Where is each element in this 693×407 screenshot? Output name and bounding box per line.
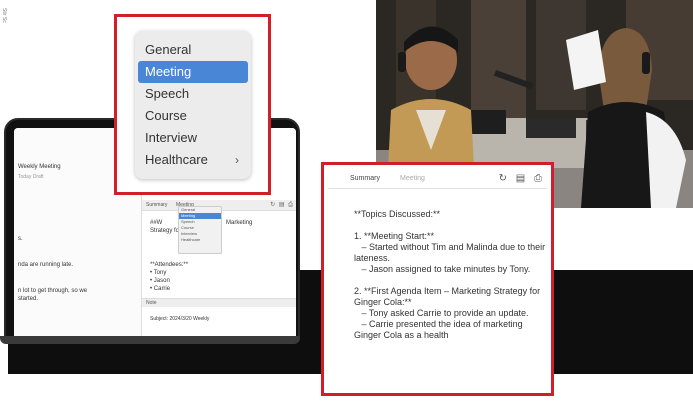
transcript-line: started. — [18, 296, 39, 302]
summary-heading: **Topics Discussed:** — [354, 209, 441, 219]
summary-paragraph: 2. **First Agenda Item – Marketing Strat… — [354, 286, 541, 340]
summary-header: Summary Meeting ↻ ▤ ⎙ — [328, 171, 547, 189]
summary-toolbar-icons[interactable]: ↻ ▤ ⎙ — [499, 173, 545, 184]
menu-item-speech[interactable]: Speech — [135, 83, 251, 105]
transcript-line: s. — [18, 236, 23, 242]
doc-title: Weekly Meeting — [18, 164, 61, 170]
laptop-base — [0, 336, 300, 344]
menu-item-mini[interactable]: Healthcare — [179, 237, 221, 243]
summary-heading-mini: ##W — [150, 220, 163, 226]
menu-item-label: Meeting — [145, 64, 192, 79]
template-menu: General Meeting Speech Course Interview … — [135, 31, 251, 179]
summary-body: **Topics Discussed:** 1. **Meeting Start… — [354, 209, 550, 341]
screenshot-stage: Stir Sc Weekly Meeting Today Draft s. nd… — [0, 0, 693, 407]
menu-item-meeting[interactable]: Meeting — [138, 61, 248, 83]
chevron-right-icon: › — [235, 153, 239, 167]
note-bar-mini: Note — [142, 298, 296, 307]
attendees-heading-mini: **Attendees:** — [150, 262, 189, 268]
template-menu-callout: General Meeting Speech Course Interview … — [114, 14, 271, 195]
template-menu-mini: General Meeting Speech Course Interview … — [178, 206, 222, 254]
note-label-mini: Note — [146, 300, 157, 306]
edge-caption: Stir Sc — [1, 8, 7, 23]
menu-item-label: Speech — [145, 86, 190, 101]
menu-item-label: Course — [145, 108, 187, 123]
menu-item-interview[interactable]: Interview — [135, 127, 251, 149]
menu-item-label: General — [145, 42, 192, 57]
summary-callout: Summary Meeting ↻ ▤ ⎙ **Topics Discussed… — [321, 162, 554, 396]
tab-summary-mini[interactable]: Summary — [146, 202, 167, 208]
doc-meta: Today Draft — [18, 174, 44, 180]
toolbar-icons-mini[interactable]: ↻ ▤ ⎙ — [270, 201, 294, 209]
summary-heading-mini-2: Marketing — [226, 220, 253, 226]
menu-item-general[interactable]: General — [135, 39, 251, 61]
transcript-line: n lot to get through, so we — [18, 288, 88, 294]
menu-item-label: Interview — [145, 130, 198, 145]
menu-item-course[interactable]: Course — [135, 105, 251, 127]
summary-paragraph: 1. **Meeting Start:** – Started without … — [354, 231, 546, 274]
attendee-mini: • Carrie — [150, 286, 171, 292]
menu-item-label: Healthcare — [145, 152, 208, 167]
tab-meeting[interactable]: Meeting — [400, 175, 425, 182]
tab-summary[interactable]: Summary — [350, 175, 380, 182]
transcript-line: nda are running late. — [18, 262, 74, 268]
attendee-mini: • Jason — [150, 278, 170, 284]
attendee-mini: • Tony — [150, 270, 167, 276]
menu-item-healthcare[interactable]: Healthcare › — [135, 149, 251, 171]
subject-line-mini: Subject: 2024/3/20 Weekly — [150, 316, 210, 322]
